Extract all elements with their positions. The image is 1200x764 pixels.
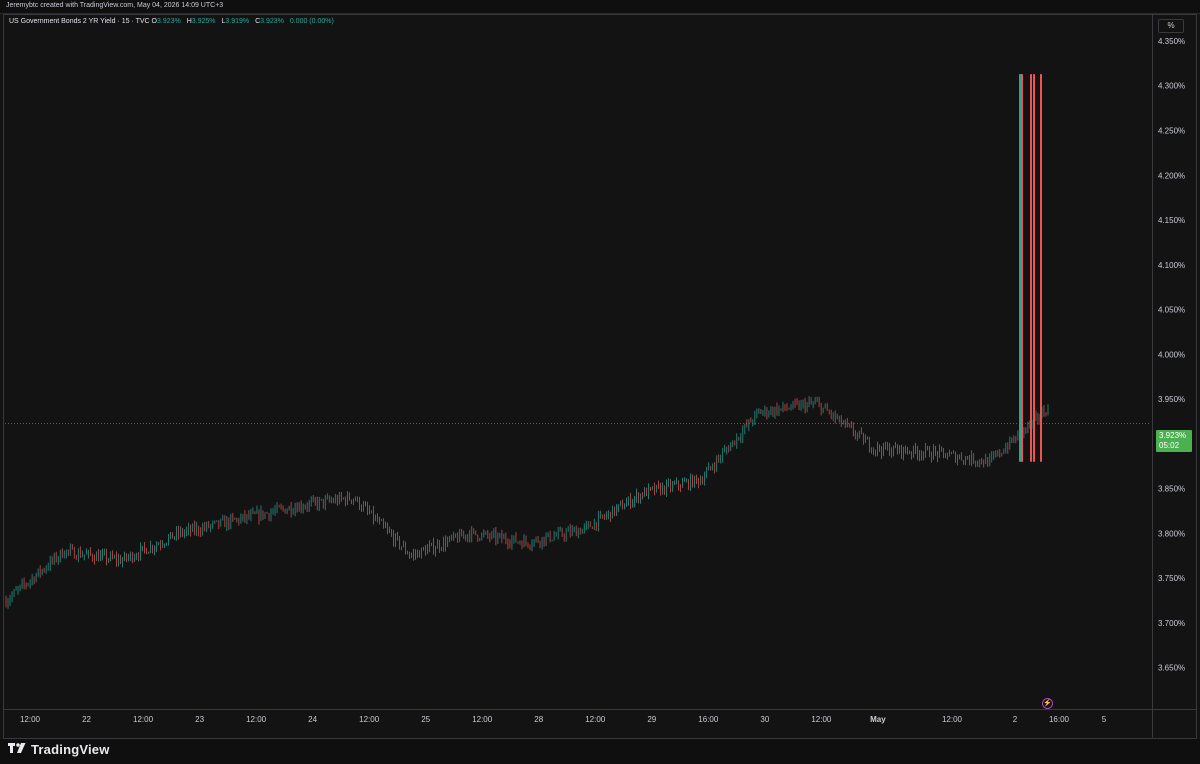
x-tick-label: 30: [760, 715, 769, 724]
price-chart[interactable]: 3.650%3.700%3.750%3.800%3.850%3.900%3.95…: [0, 0, 1200, 739]
spike-candle: [1030, 74, 1032, 462]
y-tick-label: 4.200%: [1158, 171, 1185, 180]
y-tick-label: 3.950%: [1158, 395, 1185, 404]
y-tick-label: 3.750%: [1158, 574, 1185, 583]
y-tick-label: 3.700%: [1158, 619, 1185, 628]
x-tick-label: 2: [1013, 715, 1018, 724]
y-axis[interactable]: 3.650%3.700%3.750%3.800%3.850%3.900%3.95…: [1158, 37, 1185, 673]
x-tick-label: 16:00: [1049, 715, 1070, 724]
x-tick-label: 12:00: [133, 715, 154, 724]
x-axis[interactable]: 12:00 22 12:00 23 12:00 24 12:00 25 12:00 28 12:00…: [20, 715, 1107, 724]
last-price-tag: 3.923% 05:02: [1156, 430, 1192, 452]
x-tick-label: 12:00: [942, 715, 963, 724]
tradingview-logo-icon: [8, 743, 26, 753]
y-tick-label: 4.050%: [1158, 306, 1185, 315]
x-tick-label: 12:00: [246, 715, 267, 724]
x-tick-label: 12:00: [20, 715, 41, 724]
x-tick-label: 24: [308, 715, 317, 724]
y-tick-label: 3.650%: [1158, 664, 1185, 673]
x-tick-label: 28: [534, 715, 543, 724]
x-tick-label: 25: [421, 715, 430, 724]
price-scale-unit-button[interactable]: %: [1158, 19, 1184, 33]
spike-candle: [1021, 74, 1023, 462]
spike-candle: [1033, 74, 1035, 462]
x-tick-label: 12:00: [359, 715, 380, 724]
tradingview-logo: TradingView: [8, 741, 110, 757]
x-tick-label: 22: [82, 715, 91, 724]
y-tick-label: 3.850%: [1158, 485, 1185, 494]
x-tick-label: May: [870, 715, 886, 724]
y-tick-label: 3.800%: [1158, 529, 1185, 538]
spike-candle: [1040, 74, 1042, 462]
x-tick-label: 29: [647, 715, 656, 724]
x-tick-label: 16:00: [698, 715, 719, 724]
y-tick-label: 4.150%: [1158, 216, 1185, 225]
y-tick-label: 4.100%: [1158, 261, 1185, 270]
brand-name: TradingView: [31, 741, 110, 757]
bottom-bar: [0, 739, 1200, 764]
x-tick-label: 23: [195, 715, 204, 724]
candles: [5, 74, 1049, 609]
y-tick-label: 4.350%: [1158, 37, 1185, 46]
lightning-event-icon[interactable]: ⚡: [1042, 698, 1053, 709]
y-tick-label: 4.000%: [1158, 350, 1185, 359]
x-tick-label: 5: [1102, 715, 1107, 724]
x-tick-label: 12:00: [472, 715, 493, 724]
axis-borders: [3, 14, 1197, 739]
spike-candle: [1019, 74, 1021, 462]
x-tick-label: 12:00: [811, 715, 832, 724]
x-tick-label: 12:00: [585, 715, 606, 724]
bar-countdown: 05:02: [1159, 441, 1180, 450]
y-tick-label: 4.300%: [1158, 82, 1185, 91]
last-price-value: 3.923%: [1159, 431, 1187, 440]
y-tick-label: 4.250%: [1158, 127, 1185, 136]
